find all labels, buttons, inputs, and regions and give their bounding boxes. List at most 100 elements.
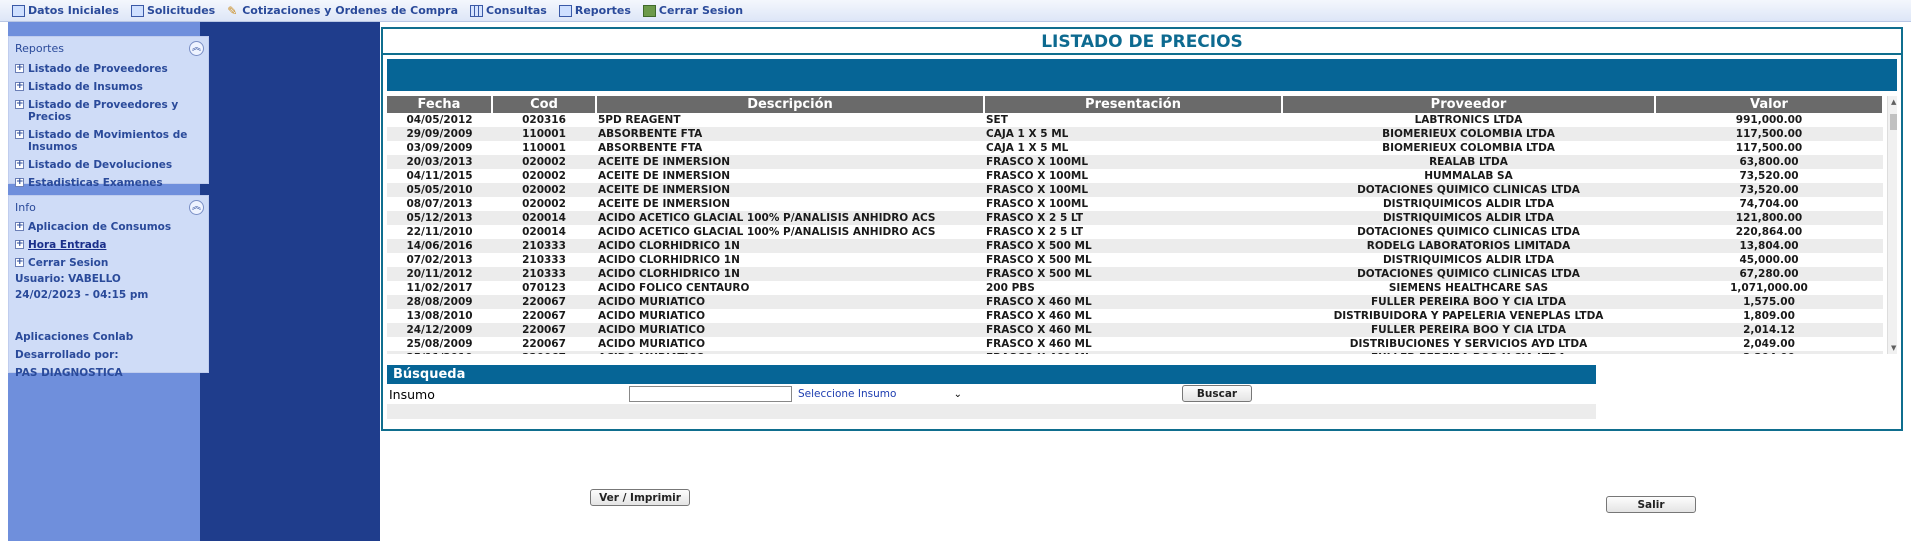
cell-presentacion: FRASCO X 500 ML [984, 239, 1282, 253]
cell-fecha: 20/03/2013 [387, 155, 492, 169]
column-header-proveedor[interactable]: Proveedor [1282, 96, 1656, 113]
cell-descripcion: ACIDO MURIATICO [596, 323, 984, 337]
cell-proveedor: LABTRONICS LTDA [1282, 113, 1655, 127]
scrollbar-thumb[interactable] [1890, 114, 1897, 130]
table-scrollbar[interactable]: ▲ ▼ [1887, 96, 1897, 354]
cell-cod: 020002 [492, 169, 596, 183]
reportes-panel-title: Reportes [15, 41, 64, 55]
menu-label: Solicitudes [146, 4, 216, 17]
cell-proveedor: BIOMERIEUX COLOMBIA LTDA [1282, 127, 1655, 141]
menu-reportes[interactable]: Reportes [558, 4, 631, 17]
sidebar-item-estadisticas[interactable]: + Estadisticas Examenes [9, 176, 208, 190]
sidebar-item-hora-entrada[interactable]: + Hora Entrada [9, 238, 208, 252]
table-row[interactable]: 25/11/2010220067ACIDO MURIATICOFRASCO X … [387, 351, 1883, 354]
insumo-select[interactable]: Seleccione Insumo ⌄ [797, 386, 965, 402]
cell-fecha: 22/11/2010 [387, 225, 492, 239]
cell-proveedor: DISTRIQUIMICOS ALDIR LTDA [1282, 197, 1655, 211]
cell-descripcion: ACIDO ACETICO GLACIAL 100% P/ANALISIS AN… [596, 211, 984, 225]
exit-button[interactable]: Salir [1606, 496, 1696, 513]
table-row[interactable]: 20/11/2012 210333 ACIDO CLORHIDRICO 1N FRAS… [387, 267, 1883, 281]
sidebar-item-listado-devoluciones[interactable]: + Listado de Devoluciones [9, 158, 208, 172]
sidebar-item-listado-proveedores[interactable]: + Listado de Proveedores [9, 62, 208, 76]
column-header-presentacion[interactable]: Presentación [984, 96, 1283, 113]
sidebar-item-aplicacion-consumos[interactable]: + Aplicacion de Consumos [9, 220, 208, 234]
table-row[interactable]: 20/03/2013 020002 ACEITE DE INMERSION FRASC… [387, 155, 1883, 169]
table-row[interactable]: 04/05/2012 020316 5PD REAGENT SET LABTRONICS… [387, 113, 1883, 127]
cell-presentacion: FRASCO X 2 5 LT [984, 211, 1282, 225]
menu-label: Cotizaciones y Ordenes de Compra [242, 4, 458, 17]
column-header-descripcion[interactable]: Descripción [596, 96, 985, 113]
sidebar-item-listado-proveedores-precios[interactable]: + Listado de Proveedores y Precios [9, 98, 208, 124]
collapse-up-icon[interactable]: ︽ [189, 199, 204, 215]
chevron-down-icon: ⌄ [953, 388, 962, 400]
info-panel: Info ︽ + Aplicacion de Consumos + Hora E… [8, 195, 209, 379]
list-icon [130, 4, 144, 17]
sidebar-item-listado-insumos[interactable]: + Listado de Insumos [9, 80, 208, 94]
print-button[interactable]: Ver / Imprimir [590, 489, 690, 506]
cell-valor: 117,500.00 [1655, 127, 1883, 141]
cell-fecha: 04/11/2015 [387, 169, 492, 183]
cell-valor: 1,575.00 [1655, 295, 1883, 309]
cell-proveedor: DOTACIONES QUIMICO CLINICAS LTDA [1282, 267, 1655, 281]
cell-proveedor: DISTRIBUIDORA Y PAPELERIA VENEPLAS LTDA [1282, 309, 1655, 323]
menu-label: Datos Iniciales [28, 4, 119, 17]
cell-cod: 020014 [492, 211, 596, 225]
menu-cerrar-sesion[interactable]: Cerrar Sesion [642, 4, 743, 17]
cell-fecha: 29/09/2009 [387, 127, 492, 141]
table-row[interactable]: 08/07/2013 020002 ACEITE DE INMERSION FRASC… [387, 197, 1883, 211]
cell-valor: 73,520.00 [1655, 169, 1883, 183]
column-header-valor[interactable]: Valor [1655, 96, 1884, 113]
cell-fecha: 07/02/2013 [387, 253, 492, 267]
scroll-up-icon[interactable]: ▲ [1891, 98, 1896, 106]
table-row[interactable]: 04/11/2015 020002 ACEITE DE INMERSION FRASC… [387, 169, 1883, 183]
column-header-fecha[interactable]: Fecha [387, 96, 493, 113]
table-row[interactable]: 11/02/2017 070123 ACIDO FOLICO CENTAURO 200… [387, 281, 1883, 295]
menu-cotizaciones[interactable]: ✎ Cotizaciones y Ordenes de Compra [227, 4, 458, 17]
cell-presentacion: FRASCO X 460 ML [984, 309, 1282, 323]
scroll-down-icon[interactable]: ▼ [1891, 344, 1896, 352]
cell-cod: 020002 [492, 183, 596, 197]
table-row[interactable]: 29/09/2009 110001 ABSORBENTE FTA CAJA 1 X 5… [387, 127, 1883, 141]
column-header-cod[interactable]: Cod [492, 96, 597, 113]
sidebar-item-cerrar-sesion[interactable]: + Cerrar Sesion [9, 256, 208, 270]
cell-valor: 74,704.00 [1655, 197, 1883, 211]
info-panel-header: Info ︽ [9, 196, 208, 218]
cell-cod: 210333 [492, 253, 596, 267]
cell-proveedor: FULLER PEREIRA BOO Y CIA LTDA [1282, 323, 1655, 337]
cell-presentacion: FRASCO X 500 ML [984, 267, 1282, 281]
table-row[interactable]: 28/08/2009 220067 ACIDO MURIATICO FRASCO X … [387, 295, 1883, 309]
developer-name: PAS DIAGNOSTICA [15, 367, 123, 379]
header-band [387, 59, 1897, 91]
table-row[interactable]: 05/12/2013 020014 ACIDO ACETICO GLACIAL 10… [387, 211, 1883, 225]
sidebar-item-listado-movimientos[interactable]: + Listado de Movimientos de Insumos [9, 128, 208, 154]
cell-valor: 121,800.00 [1655, 211, 1883, 225]
cell-descripcion: ACEITE DE INMERSION [596, 169, 984, 183]
table-row[interactable]: 05/05/2010 020002 ACEITE DE INMERSION FRASC… [387, 183, 1883, 197]
exit-icon [642, 4, 656, 17]
buscar-button[interactable]: Buscar [1182, 385, 1252, 402]
prices-table-container[interactable]: Fecha Cod Descripción Presentación Prove… [387, 96, 1897, 354]
prices-table: Fecha Cod Descripción Presentación Prove… [387, 96, 1884, 354]
cell-presentacion: FRASCO X 460 ML [984, 351, 1282, 354]
cell-proveedor: REALAB LTDA [1282, 155, 1655, 169]
datetime-label: 24/02/2023 - 04:15 pm [15, 289, 149, 301]
collapse-up-icon[interactable]: ︽ [189, 40, 204, 56]
table-row[interactable]: 25/08/2009 220067 ACIDO MURIATICO FRASCO X … [387, 337, 1883, 351]
sidebar-item-label: Listado de Proveedores y Precios [28, 99, 179, 123]
cell-proveedor: DISTRIBUCIONES Y SERVICIOS AYD LTDA [1282, 337, 1655, 351]
table-row[interactable]: 07/02/2013 210333 ACIDO CLORHIDRICO 1N FRAS… [387, 253, 1883, 267]
menu-consultas[interactable]: Consultas [470, 4, 547, 17]
table-row[interactable]: 13/08/2010 220067 ACIDO MURIATICO FRASCO X … [387, 309, 1883, 323]
table-row[interactable]: 22/11/2010 020014 ACIDO ACETICO GLACIAL 10… [387, 225, 1883, 239]
table-row[interactable]: 03/09/2009 110001 ABSORBENTE FTA CAJA 1 X 5… [387, 141, 1883, 155]
insumo-input[interactable] [629, 386, 792, 402]
menu-solicitudes[interactable]: Solicitudes [130, 4, 216, 17]
table-row[interactable]: 14/06/2016 210333 ACIDO CLORHIDRICO 1N FRAS… [387, 239, 1883, 253]
menu-datos-iniciales[interactable]: Datos Iniciales [12, 4, 119, 17]
sidebar-item-label: Estadisticas Examenes [28, 177, 163, 189]
table-row[interactable]: 24/12/2009 220067 ACIDO MURIATICO FRASCO X … [387, 323, 1883, 337]
cell-cod: 210333 [492, 239, 596, 253]
cell-proveedor: FULLER PEREIRA BOO Y CIA LTDA [1282, 295, 1655, 309]
cell-descripcion: ABSORBENTE FTA [596, 127, 984, 141]
cell-fecha: 05/05/2010 [387, 183, 492, 197]
